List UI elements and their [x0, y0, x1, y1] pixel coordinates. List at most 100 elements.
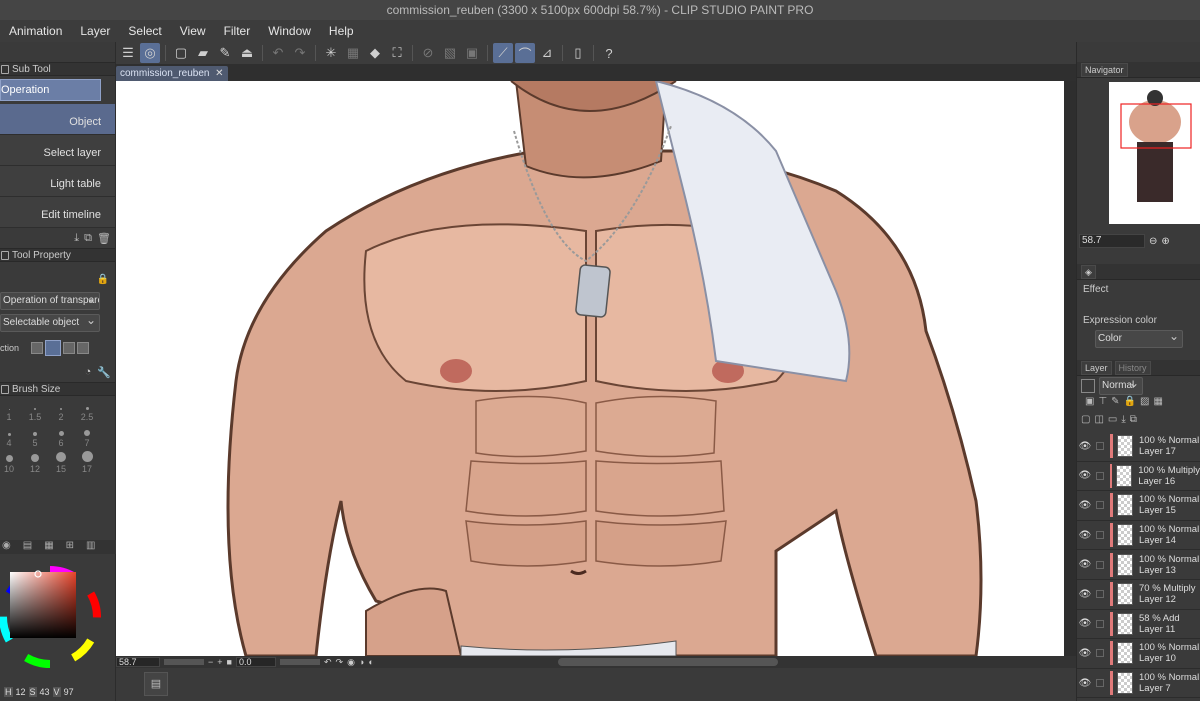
eye-icon[interactable]: 👁 [1077, 500, 1093, 511]
layer-checkbox[interactable] [1096, 442, 1104, 451]
operation-transparent-dropdown[interactable]: Operation of transparent part [0, 292, 100, 310]
transform-icon[interactable]: ✳ [321, 43, 341, 63]
approximate-color-tab-icon[interactable]: ⊞ [66, 540, 74, 554]
menu-select[interactable]: Select [119, 24, 170, 38]
flip-vertical-icon[interactable]: ◐ [368, 657, 373, 667]
layer-row[interactable]: 👁 100 % Normal Layer 10 [1077, 639, 1200, 669]
color-set-tab-icon[interactable]: ▤ [23, 540, 32, 554]
subtool-item-light-table[interactable]: Light table [0, 166, 115, 197]
rotation-slider[interactable] [279, 659, 320, 665]
layer-checkbox[interactable] [1096, 560, 1104, 569]
layer-row[interactable]: 👁 70 % Multiply Layer 12 [1077, 580, 1200, 610]
rotate-right-icon[interactable]: ↷ [336, 657, 344, 668]
navigator-zoom-field[interactable]: 58.7 [1079, 234, 1145, 248]
crop-icon[interactable]: ▦ [343, 43, 363, 63]
selection-mode-new-icon[interactable] [31, 342, 44, 354]
redo-icon[interactable]: ↷ [290, 43, 310, 63]
smartphone-icon[interactable]: ▯ [568, 43, 588, 63]
history-tab[interactable]: History [1114, 360, 1151, 375]
menu-window[interactable]: Window [259, 24, 320, 38]
lock-transparency-icon[interactable]: ▨ [1140, 396, 1149, 414]
subtool-group-operation[interactable]: Operation [0, 79, 101, 101]
layer-checkbox[interactable] [1096, 531, 1104, 540]
layer-row[interactable]: 👁 100 % Normal Layer 13 [1077, 550, 1200, 580]
color-wheel[interactable] [0, 557, 112, 679]
special-ruler-snap-icon[interactable]: ⌒ [515, 43, 535, 63]
layer-checkbox[interactable] [1096, 649, 1104, 658]
layer-checkbox[interactable] [1096, 679, 1104, 688]
brush-size-option[interactable]: 4 [0, 424, 22, 448]
brush-size-option[interactable]: 6 [48, 424, 74, 448]
navigator-zoom-in-icon[interactable]: ⊕ [1161, 236, 1169, 247]
fill-icon[interactable]: ◆ [365, 43, 385, 63]
selection-mode-intersect-icon[interactable] [77, 342, 90, 354]
eye-icon[interactable]: 👁 [1077, 530, 1093, 541]
selectable-object-dropdown[interactable]: Selectable object [0, 314, 100, 332]
color-wheel-tab-icon[interactable]: ◉ [2, 540, 11, 554]
vertical-scrollbar[interactable] [1064, 81, 1076, 656]
timeline-toggle-icon[interactable]: ▤ [144, 672, 168, 696]
rotation-field[interactable]: 0.0 [235, 657, 276, 667]
brush-size-option[interactable]: 10 [0, 450, 22, 474]
selection-mode-add-icon[interactable] [45, 340, 62, 356]
menu-help[interactable]: Help [320, 24, 363, 38]
navigator-preview[interactable] [1109, 82, 1200, 224]
layer-checkbox[interactable] [1095, 471, 1104, 480]
stop-icon[interactable]: ■ [227, 657, 232, 667]
mask-icon[interactable]: ▦ [1153, 396, 1162, 414]
draft-icon[interactable]: ✎ [1111, 396, 1119, 414]
brush-size-option[interactable]: 15 [48, 450, 74, 474]
new-folder-icon[interactable]: ▭ [1108, 414, 1117, 432]
layer-row[interactable]: 👁 100 % Normal Layer 14 [1077, 521, 1200, 551]
ruler-snap-icon[interactable]: ⟋ [493, 43, 513, 63]
layer-row[interactable]: 👁 100 % Normal Layer 15 [1077, 491, 1200, 521]
blend-mode-dropdown[interactable]: Normal [1099, 377, 1143, 395]
brush-size-option[interactable]: 2 [48, 398, 74, 422]
scale-icon[interactable]: ⛶ [387, 43, 407, 63]
eye-icon[interactable]: 👁 [1077, 441, 1093, 452]
expression-color-dropdown[interactable]: Color [1095, 330, 1183, 348]
download-icon[interactable]: ⤓ [74, 232, 79, 245]
show-selection-icon[interactable]: ▣ [462, 43, 482, 63]
reference-icon[interactable]: ⊤ [1098, 396, 1107, 414]
brush-size-option[interactable]: 17 [74, 450, 100, 474]
layer-checkbox[interactable] [1096, 619, 1104, 628]
lock-icon[interactable]: 🔒 [97, 274, 109, 285]
eye-icon[interactable]: 👁 [1077, 678, 1093, 689]
new-vector-layer-icon[interactable]: ◫ [1094, 414, 1103, 432]
menu-animation[interactable]: Animation [0, 24, 71, 38]
rotate-left-icon[interactable]: ↶ [324, 657, 332, 668]
reset-rotation-icon[interactable]: ◉ [347, 657, 355, 668]
layer-row[interactable]: 👁 100 % Normal Layer 17 [1077, 432, 1200, 462]
clip-studio-icon[interactable]: ◎ [140, 43, 160, 63]
wrench-icon[interactable]: 🔧 [97, 366, 111, 379]
menu-layer[interactable]: Layer [71, 24, 119, 38]
zoom-in-icon[interactable]: + [217, 657, 222, 667]
flip-horizontal-icon[interactable]: ◑ [359, 657, 364, 667]
eye-icon[interactable]: 👁 [1077, 648, 1093, 659]
eye-icon[interactable]: 👁 [1077, 589, 1093, 600]
subtool-item-select-layer[interactable]: Select layer [0, 135, 115, 166]
new-raster-layer-icon[interactable]: ▢ [1081, 414, 1090, 432]
export-icon[interactable]: ⏏ [237, 43, 257, 63]
layer-row[interactable]: 👁 58 % Add Layer 11 [1077, 610, 1200, 640]
undo-icon[interactable]: ↶ [268, 43, 288, 63]
document-tab[interactable]: commission_reuben ✕ [116, 66, 228, 81]
layer-row[interactable]: 👁 100 % Multiply Layer 16 [1077, 462, 1200, 492]
brush-size-option[interactable]: 2.5 [74, 398, 100, 422]
horizontal-scrollbar[interactable] [557, 658, 778, 666]
layer-tab[interactable]: Layer [1081, 360, 1112, 375]
menu-view[interactable]: View [171, 24, 215, 38]
save-icon[interactable]: ✎ [215, 43, 235, 63]
merge-icon[interactable]: ⧉ [1130, 414, 1137, 432]
reset-icon[interactable]: ◔ [85, 366, 92, 378]
trash-icon[interactable]: 🗑 [97, 232, 111, 245]
subtool-item-object[interactable]: Object [0, 104, 115, 135]
duplicate-icon[interactable]: ⧉ [84, 232, 92, 245]
zoom-out-icon[interactable]: − [208, 657, 213, 667]
brush-size-option[interactable]: 1.5 [22, 398, 48, 422]
brush-size-option[interactable]: 7 [74, 424, 100, 448]
eye-icon[interactable]: 👁 [1077, 470, 1093, 481]
subtool-item-edit-timeline[interactable]: Edit timeline [0, 197, 115, 228]
eye-icon[interactable]: 👁 [1077, 618, 1093, 629]
